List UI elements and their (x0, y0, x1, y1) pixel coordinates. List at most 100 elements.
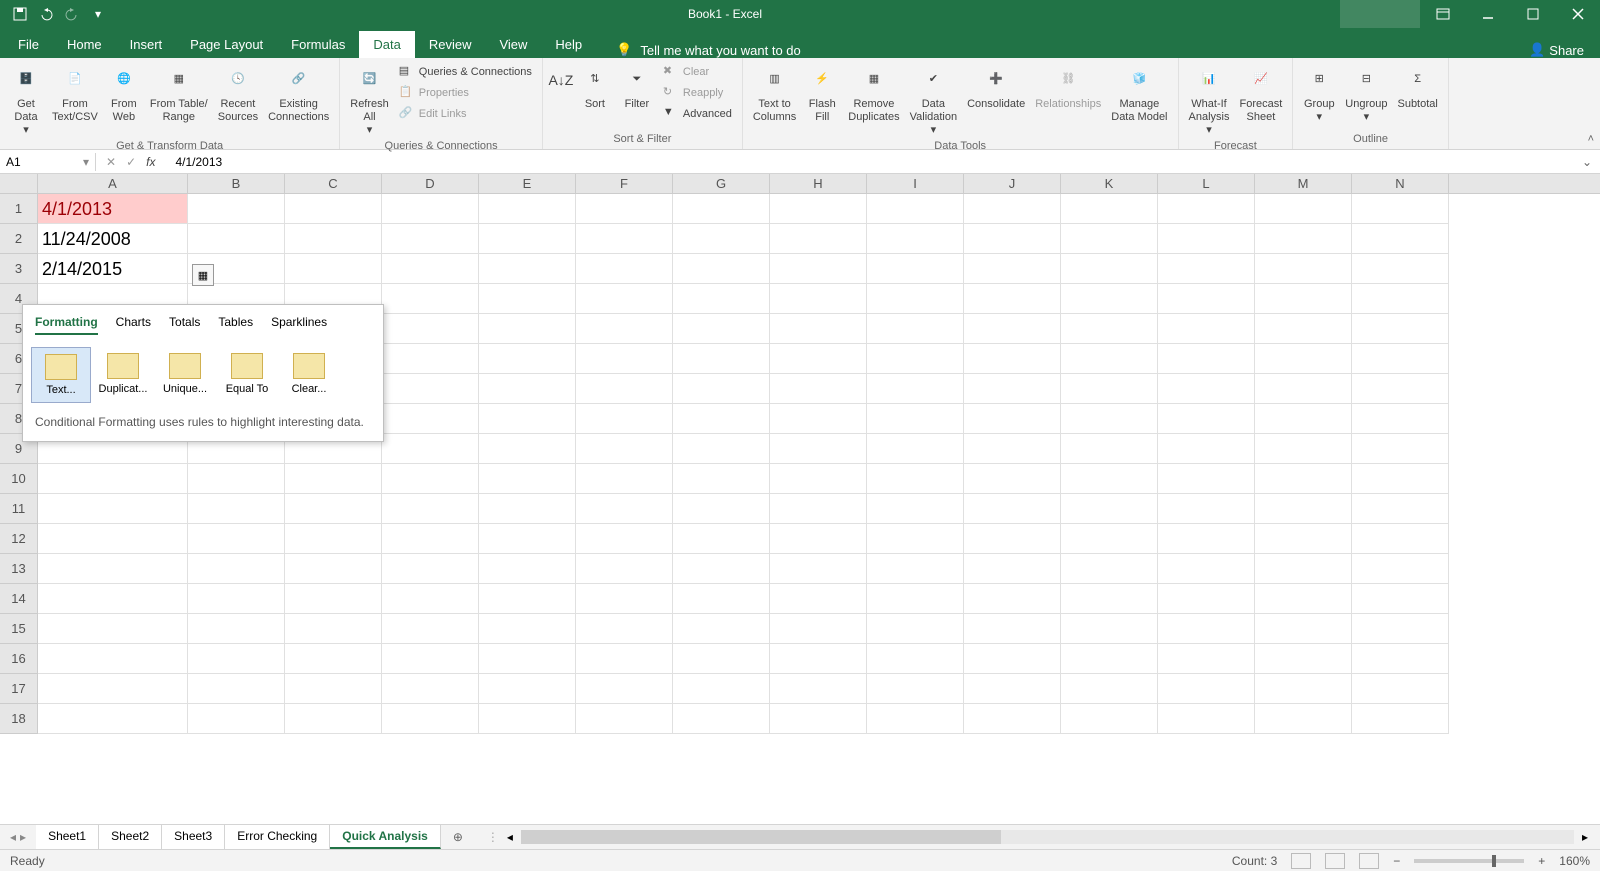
cell-E17[interactable] (479, 674, 576, 704)
cell-N6[interactable] (1352, 344, 1449, 374)
cell-L1[interactable] (1158, 194, 1255, 224)
normal-view-icon[interactable] (1291, 853, 1311, 869)
cell-A17[interactable] (38, 674, 188, 704)
scroll-right-icon[interactable]: ▸ (1582, 830, 1588, 844)
from-web-button[interactable]: 🌐From Web (104, 62, 144, 126)
cell-F14[interactable] (576, 584, 673, 614)
column-header-B[interactable]: B (188, 174, 285, 193)
cell-K8[interactable] (1061, 404, 1158, 434)
data-validation-button[interactable]: ✔Data Validation▾ (906, 62, 962, 140)
cell-H14[interactable] (770, 584, 867, 614)
row-header-17[interactable]: 17 (0, 674, 38, 704)
cell-J18[interactable] (964, 704, 1061, 734)
sheet-tab-error-checking[interactable]: Error Checking (225, 825, 330, 849)
cell-M14[interactable] (1255, 584, 1352, 614)
cell-I7[interactable] (867, 374, 964, 404)
cell-J4[interactable] (964, 284, 1061, 314)
cell-C3[interactable] (285, 254, 382, 284)
cell-K1[interactable] (1061, 194, 1158, 224)
page-break-view-icon[interactable] (1359, 853, 1379, 869)
row-header-11[interactable]: 11 (0, 494, 38, 524)
tab-page-layout[interactable]: Page Layout (176, 31, 277, 58)
cell-I17[interactable] (867, 674, 964, 704)
sheet-tab-sheet3[interactable]: Sheet3 (162, 825, 225, 849)
cell-L13[interactable] (1158, 554, 1255, 584)
cell-C16[interactable] (285, 644, 382, 674)
cell-G14[interactable] (673, 584, 770, 614)
cell-I1[interactable] (867, 194, 964, 224)
cell-F8[interactable] (576, 404, 673, 434)
cell-H1[interactable] (770, 194, 867, 224)
column-header-F[interactable]: F (576, 174, 673, 193)
from-table-range-button[interactable]: ▦From Table/ Range (146, 62, 212, 126)
cell-F4[interactable] (576, 284, 673, 314)
cell-F11[interactable] (576, 494, 673, 524)
cell-M4[interactable] (1255, 284, 1352, 314)
qa-option-unique[interactable]: Unique... (155, 347, 215, 403)
relationships-button[interactable]: ⛓Relationships (1031, 62, 1105, 113)
cell-C15[interactable] (285, 614, 382, 644)
cell-D16[interactable] (382, 644, 479, 674)
zoom-slider[interactable] (1414, 859, 1524, 863)
cell-I13[interactable] (867, 554, 964, 584)
tab-insert[interactable]: Insert (116, 31, 177, 58)
column-header-C[interactable]: C (285, 174, 382, 193)
cell-H16[interactable] (770, 644, 867, 674)
cell-M13[interactable] (1255, 554, 1352, 584)
qa-option-text[interactable]: Text... (31, 347, 91, 403)
cell-G10[interactable] (673, 464, 770, 494)
undo-icon[interactable] (34, 2, 58, 26)
cell-L4[interactable] (1158, 284, 1255, 314)
tab-data[interactable]: Data (359, 31, 414, 58)
cell-F10[interactable] (576, 464, 673, 494)
cell-N13[interactable] (1352, 554, 1449, 584)
cancel-icon[interactable]: ✕ (106, 155, 116, 169)
cell-G1[interactable] (673, 194, 770, 224)
cell-F15[interactable] (576, 614, 673, 644)
zoom-level[interactable]: 160% (1559, 854, 1590, 868)
cell-D2[interactable] (382, 224, 479, 254)
qa-tab-formatting[interactable]: Formatting (35, 315, 98, 335)
cell-B17[interactable] (188, 674, 285, 704)
cell-N12[interactable] (1352, 524, 1449, 554)
cell-H17[interactable] (770, 674, 867, 704)
cell-K14[interactable] (1061, 584, 1158, 614)
cell-E7[interactable] (479, 374, 576, 404)
cell-N17[interactable] (1352, 674, 1449, 704)
cell-D8[interactable] (382, 404, 479, 434)
cell-F1[interactable] (576, 194, 673, 224)
quick-analysis-icon[interactable]: ▦ (192, 264, 214, 286)
cell-F12[interactable] (576, 524, 673, 554)
cell-B1[interactable] (188, 194, 285, 224)
qa-tab-sparklines[interactable]: Sparklines (271, 315, 327, 335)
cell-M5[interactable] (1255, 314, 1352, 344)
cell-F3[interactable] (576, 254, 673, 284)
cell-J10[interactable] (964, 464, 1061, 494)
cell-D12[interactable] (382, 524, 479, 554)
cell-K10[interactable] (1061, 464, 1158, 494)
cell-C10[interactable] (285, 464, 382, 494)
cell-D17[interactable] (382, 674, 479, 704)
cell-K5[interactable] (1061, 314, 1158, 344)
qa-option-duplicat[interactable]: Duplicat... (93, 347, 153, 403)
zoom-in-icon[interactable]: + (1538, 854, 1545, 868)
cell-B18[interactable] (188, 704, 285, 734)
cell-C17[interactable] (285, 674, 382, 704)
cell-L8[interactable] (1158, 404, 1255, 434)
cell-M1[interactable] (1255, 194, 1352, 224)
column-header-J[interactable]: J (964, 174, 1061, 193)
cell-E6[interactable] (479, 344, 576, 374)
cell-M11[interactable] (1255, 494, 1352, 524)
cell-J7[interactable] (964, 374, 1061, 404)
select-all-corner[interactable] (0, 174, 38, 193)
cell-L18[interactable] (1158, 704, 1255, 734)
cell-G8[interactable] (673, 404, 770, 434)
tab-formulas[interactable]: Formulas (277, 31, 359, 58)
cell-C1[interactable] (285, 194, 382, 224)
cell-N16[interactable] (1352, 644, 1449, 674)
remove-duplicates-button[interactable]: ▦Remove Duplicates (844, 62, 903, 126)
cell-L3[interactable] (1158, 254, 1255, 284)
cell-J15[interactable] (964, 614, 1061, 644)
cell-J12[interactable] (964, 524, 1061, 554)
cell-I11[interactable] (867, 494, 964, 524)
